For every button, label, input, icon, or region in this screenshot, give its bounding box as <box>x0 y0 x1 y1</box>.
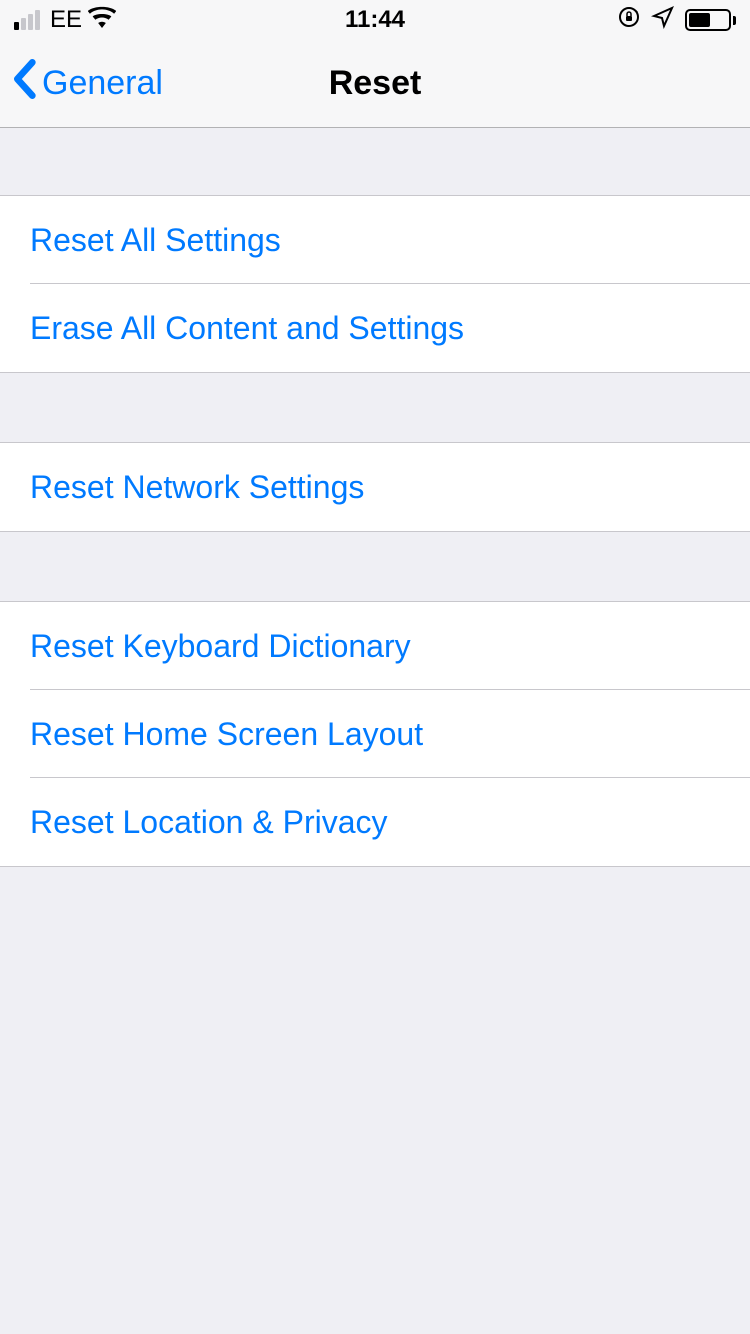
location-icon <box>651 5 675 36</box>
carrier-label: EE <box>50 6 82 34</box>
battery-icon <box>685 9 736 31</box>
group-spacer <box>0 373 750 443</box>
list-group: Reset All Settings Erase All Content and… <box>0 196 750 373</box>
group-spacer <box>0 532 750 602</box>
reset-network-settings-item[interactable]: Reset Network Settings <box>0 443 750 531</box>
navigation-bar: General Reset <box>0 40 750 128</box>
list-item-label: Reset Network Settings <box>30 469 364 506</box>
list-item-label: Erase All Content and Settings <box>30 310 464 347</box>
status-left: EE <box>14 6 116 35</box>
reset-home-screen-layout-item[interactable]: Reset Home Screen Layout <box>0 690 750 778</box>
content-area: Reset All Settings Erase All Content and… <box>0 128 750 867</box>
list-item-label: Reset Home Screen Layout <box>30 716 423 753</box>
list-group: Reset Keyboard Dictionary Reset Home Scr… <box>0 602 750 867</box>
chevron-left-icon <box>12 59 42 108</box>
status-time: 11:44 <box>345 6 405 34</box>
list-item-label: Reset Keyboard Dictionary <box>30 628 411 665</box>
back-button[interactable]: General <box>12 59 163 108</box>
group-spacer <box>0 128 750 196</box>
back-label: General <box>42 64 163 103</box>
erase-all-content-item[interactable]: Erase All Content and Settings <box>0 284 750 372</box>
status-right <box>617 5 736 36</box>
page-title: Reset <box>329 64 422 103</box>
list-group: Reset Network Settings <box>0 443 750 532</box>
reset-keyboard-dictionary-item[interactable]: Reset Keyboard Dictionary <box>0 602 750 690</box>
orientation-lock-icon <box>617 5 641 36</box>
status-bar: EE 11:44 <box>0 0 750 40</box>
reset-location-privacy-item[interactable]: Reset Location & Privacy <box>0 778 750 866</box>
signal-strength-icon <box>14 10 40 30</box>
wifi-icon <box>88 6 116 35</box>
reset-all-settings-item[interactable]: Reset All Settings <box>0 196 750 284</box>
list-item-label: Reset Location & Privacy <box>30 804 388 841</box>
list-item-label: Reset All Settings <box>30 222 281 259</box>
